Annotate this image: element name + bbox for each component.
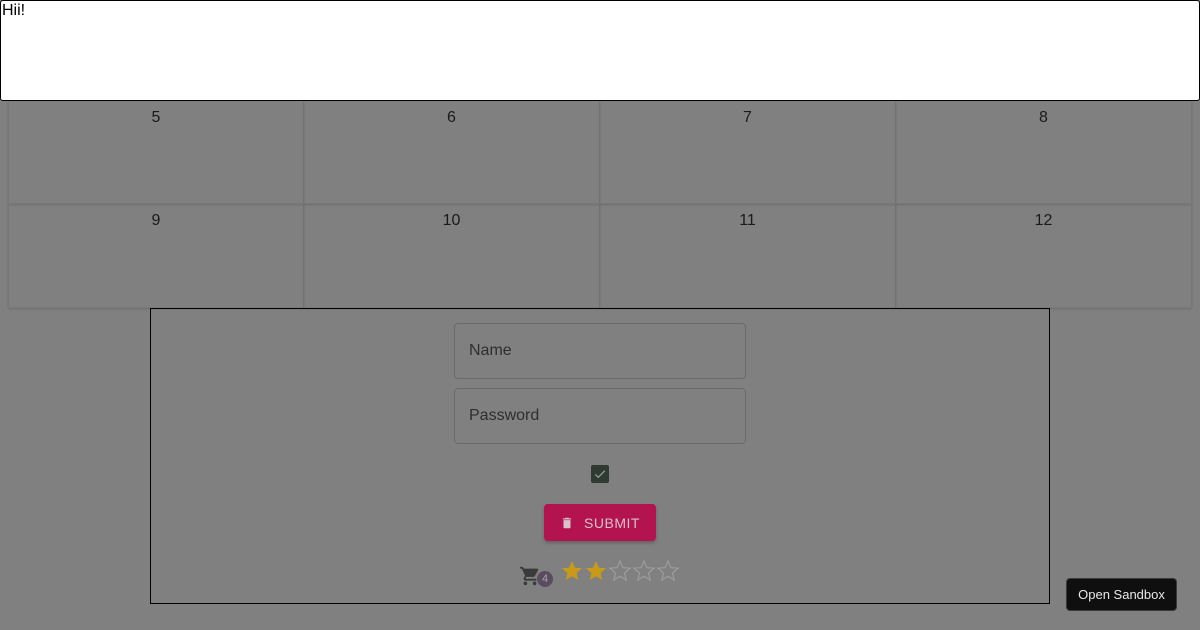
agree-checkbox[interactable]: [591, 465, 609, 483]
name-field-label: Name: [469, 342, 512, 359]
grid-cell: 12: [896, 204, 1192, 308]
star-filled-icon[interactable]: [584, 559, 608, 583]
grid-cell: 11: [600, 204, 896, 308]
numbered-grid: 5 6 7 8 9 10 11 12: [8, 101, 1192, 308]
open-sandbox-button[interactable]: Open Sandbox: [1066, 578, 1177, 611]
star-empty-icon[interactable]: [608, 559, 632, 583]
grid-cell: 9: [8, 204, 304, 308]
name-field[interactable]: Name: [454, 323, 746, 379]
cart-button[interactable]: 4: [519, 565, 553, 589]
star-rating[interactable]: [560, 559, 680, 583]
grid-cell: 6: [304, 101, 600, 204]
star-empty-icon[interactable]: [632, 559, 656, 583]
password-field-label: Password: [469, 407, 540, 424]
login-form: Name Password SUBMIT 4: [150, 308, 1050, 604]
grid-cell: 7: [600, 101, 896, 204]
grid-cell: 8: [896, 101, 1192, 204]
grid-cell: 5: [8, 101, 304, 204]
password-field[interactable]: Password: [454, 388, 746, 444]
cart-count-badge: 4: [537, 571, 553, 587]
trash-icon: [562, 517, 572, 528]
star-filled-icon[interactable]: [560, 559, 584, 583]
submit-button[interactable]: SUBMIT: [544, 504, 656, 541]
star-empty-icon[interactable]: [656, 559, 680, 583]
submit-button-label: SUBMIT: [584, 514, 640, 531]
check-icon: [594, 470, 606, 479]
message-textarea[interactable]: [0, 0, 1200, 101]
grid-cell: 10: [304, 204, 600, 308]
